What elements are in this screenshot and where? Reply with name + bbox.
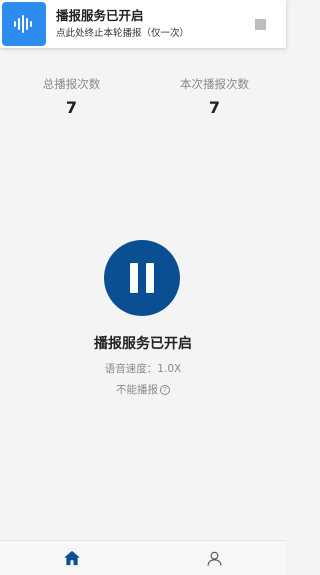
pause-button[interactable] [104, 240, 180, 316]
stats-panel: 总播报次数 7 本次播报次数 7 [0, 76, 286, 119]
bottom-nav [0, 540, 286, 575]
nav-profile[interactable] [143, 541, 286, 575]
pause-icon-bar [146, 263, 154, 293]
home-icon [63, 550, 80, 566]
notification-subtitle[interactable]: 点此处终止本轮播报（仅一次） [56, 27, 255, 41]
current-broadcast-value: 7 [208, 98, 221, 117]
notification-title: 播报服务已开启 [56, 7, 144, 23]
cannot-broadcast-link[interactable]: 不能播报 ? [0, 383, 286, 397]
notification-text: 播报服务已开启 点此处终止本轮播报（仅一次） [56, 8, 255, 41]
nav-home[interactable] [0, 541, 143, 575]
pause-icon [130, 263, 138, 293]
voice-speed[interactable]: 语音速度：1.0X [0, 362, 286, 376]
total-broadcast-value: 7 [65, 98, 78, 117]
current-broadcast-label: 本次播报次数 [180, 77, 249, 91]
current-broadcast-stat: 本次播报次数 7 [143, 76, 286, 119]
broadcast-notification[interactable]: 播报服务已开启 点此处终止本轮播报（仅一次） [0, 0, 286, 48]
sound-wave-icon [2, 2, 46, 46]
stop-square-icon[interactable] [255, 18, 266, 30]
user-icon [207, 551, 222, 566]
question-circle-icon: ? [160, 385, 170, 395]
total-broadcast-stat: 总播报次数 7 [0, 76, 143, 119]
total-broadcast-label: 总播报次数 [42, 77, 101, 91]
app-screen: 播报服务已开启 点此处终止本轮播报（仅一次） 总播报次数 7 本次播报次数 7 … [0, 0, 286, 575]
cannot-broadcast-label: 不能播报 [116, 384, 158, 396]
service-status: 播报服务已开启 [94, 336, 192, 352]
